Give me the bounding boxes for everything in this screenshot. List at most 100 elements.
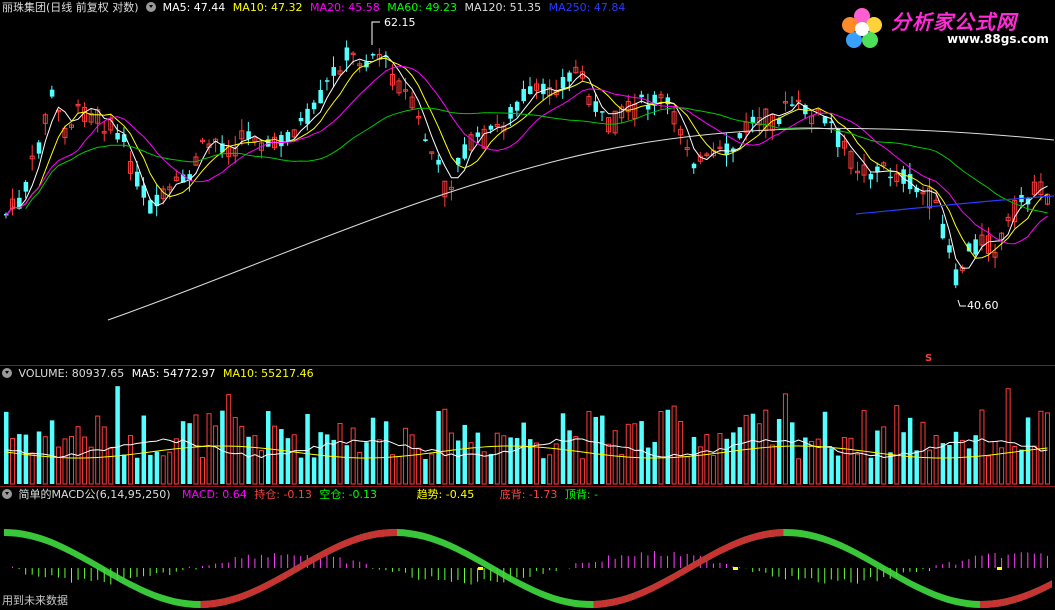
- volume-bar: [4, 411, 9, 484]
- volume-bar: [239, 425, 245, 485]
- volume-bar: [671, 405, 677, 485]
- volume-bar: [782, 393, 788, 485]
- price-chart-layer: [4, 40, 1055, 321]
- chevron-down-icon[interactable]: [2, 489, 12, 499]
- candle-body: [148, 200, 153, 214]
- macd-ribbon-up-segment: [252, 585, 260, 596]
- volume-panel-header: VOLUME: 80937.65 MA5: 54772.97 MA10: 552…: [2, 367, 314, 381]
- site-logo[interactable]: 分析家公式网 www.88gs.com: [839, 2, 1049, 54]
- volume-bar: [829, 448, 834, 484]
- macd-ribbon-up-segment: [698, 555, 705, 567]
- chevron-down-icon[interactable]: [146, 2, 157, 12]
- macd-ribbon-up-segment: [685, 562, 692, 574]
- volume-bar: [42, 436, 48, 485]
- candle-body: [36, 142, 42, 154]
- candle-body: [331, 67, 336, 76]
- top-divergence-value: 顶背: -: [564, 488, 599, 501]
- candle-body: [593, 101, 598, 112]
- macd-panel-header: 简单的MACD公(6,14,95,250) MACD: 0.64 持仓: -0.…: [2, 488, 598, 502]
- candle-body: [888, 176, 893, 179]
- macd-ribbon-up-segment: [626, 592, 633, 603]
- volume-bar: [547, 454, 553, 485]
- volume-bar: [160, 455, 166, 485]
- volume-bar: [717, 432, 723, 485]
- volume-bar: [979, 409, 985, 485]
- volume-bar: [331, 439, 336, 484]
- volume-bar: [311, 457, 317, 484]
- macd-ribbon: [4, 529, 1052, 608]
- volume-bar: [940, 443, 946, 484]
- volume-bar: [154, 451, 160, 484]
- volume-bar: [822, 411, 828, 484]
- candle-body: [724, 143, 729, 156]
- volume-bar: [756, 423, 762, 485]
- volume-bar: [560, 413, 566, 484]
- candle-body: [521, 88, 526, 102]
- macd-ribbon-up-segment: [318, 549, 325, 560]
- volume-bar: [318, 432, 323, 484]
- volume-bar: [790, 422, 795, 484]
- volume-bar: [901, 432, 906, 484]
- macd-ribbon-up-segment: [207, 600, 214, 608]
- volume-bar: [148, 454, 153, 484]
- macd-ribbon-up-segment: [311, 552, 319, 564]
- volume-bar: [468, 442, 474, 485]
- volume-bar: [776, 419, 782, 484]
- volume-bar: [324, 434, 330, 484]
- volume-bar: [442, 408, 448, 485]
- volume-bar: [127, 435, 133, 485]
- candle-body: [645, 105, 651, 110]
- macd-ribbon-up-segment: [351, 535, 358, 545]
- volume-bar: [62, 438, 68, 485]
- volume-bar: [861, 410, 867, 485]
- candle-body: [560, 76, 566, 89]
- volume-bar: [933, 434, 939, 485]
- chevron-down-icon[interactable]: [2, 368, 12, 378]
- candle-body: [868, 173, 874, 180]
- volume-bar: [488, 453, 494, 484]
- volume-bar: [508, 437, 513, 484]
- macd-ribbon-up-segment: [272, 575, 280, 586]
- volume-bar: [691, 436, 697, 484]
- volume-bar: [986, 455, 991, 485]
- volume-bar: [567, 430, 572, 484]
- hold-value: 持仓: -0.13: [254, 488, 312, 501]
- macd-ribbon-up-segment: [678, 566, 686, 578]
- macd-ribbon-up-segment: [744, 534, 751, 544]
- stock-chart-canvas[interactable]: [0, 0, 1055, 610]
- volume-bar: [337, 422, 343, 485]
- candle-body: [973, 239, 978, 255]
- macd-ribbon-up-segment: [711, 548, 718, 559]
- volume-bar: [364, 442, 369, 484]
- macd-ribbon-up-segment: [645, 584, 653, 595]
- macd-ribbon-up-segment: [979, 600, 987, 608]
- volume-chart-layer: [4, 386, 1050, 485]
- volume-bar: [586, 411, 592, 485]
- macd-ribbon-up-segment: [213, 599, 221, 608]
- macd-ribbon-up-segment: [266, 578, 273, 590]
- volume-bar: [815, 438, 821, 485]
- empty-value: 空仓: -0.13: [319, 488, 378, 501]
- macd-ribbon-up-segment: [279, 571, 286, 583]
- stock-name: 丽珠集团(日线 前复权 对数): [2, 1, 139, 14]
- macd-ribbon-up-segment: [724, 542, 732, 553]
- volume-bar: [920, 421, 926, 485]
- ma20-label: MA20: 45.58: [310, 1, 380, 14]
- candle-body: [423, 139, 428, 142]
- candle-body: [436, 159, 441, 165]
- volume-bar: [606, 443, 612, 485]
- macd-ribbon-up-segment: [344, 537, 352, 548]
- volume-bar: [167, 451, 173, 485]
- macd-ribbon-up-segment: [672, 570, 679, 582]
- volume-bar: [135, 457, 140, 484]
- volume-bar: [875, 430, 880, 484]
- price-volume-divider: [0, 365, 1055, 366]
- macd-ribbon-up-segment: [776, 529, 784, 537]
- ma120-label: MA120: 51.35: [464, 1, 542, 14]
- volume-bar: [436, 410, 441, 484]
- volume-bar: [494, 432, 500, 485]
- candle-body: [305, 108, 310, 124]
- volume-bar: [55, 446, 61, 485]
- volume-bar: [200, 457, 205, 485]
- macd-ribbon-up-segment: [233, 593, 240, 603]
